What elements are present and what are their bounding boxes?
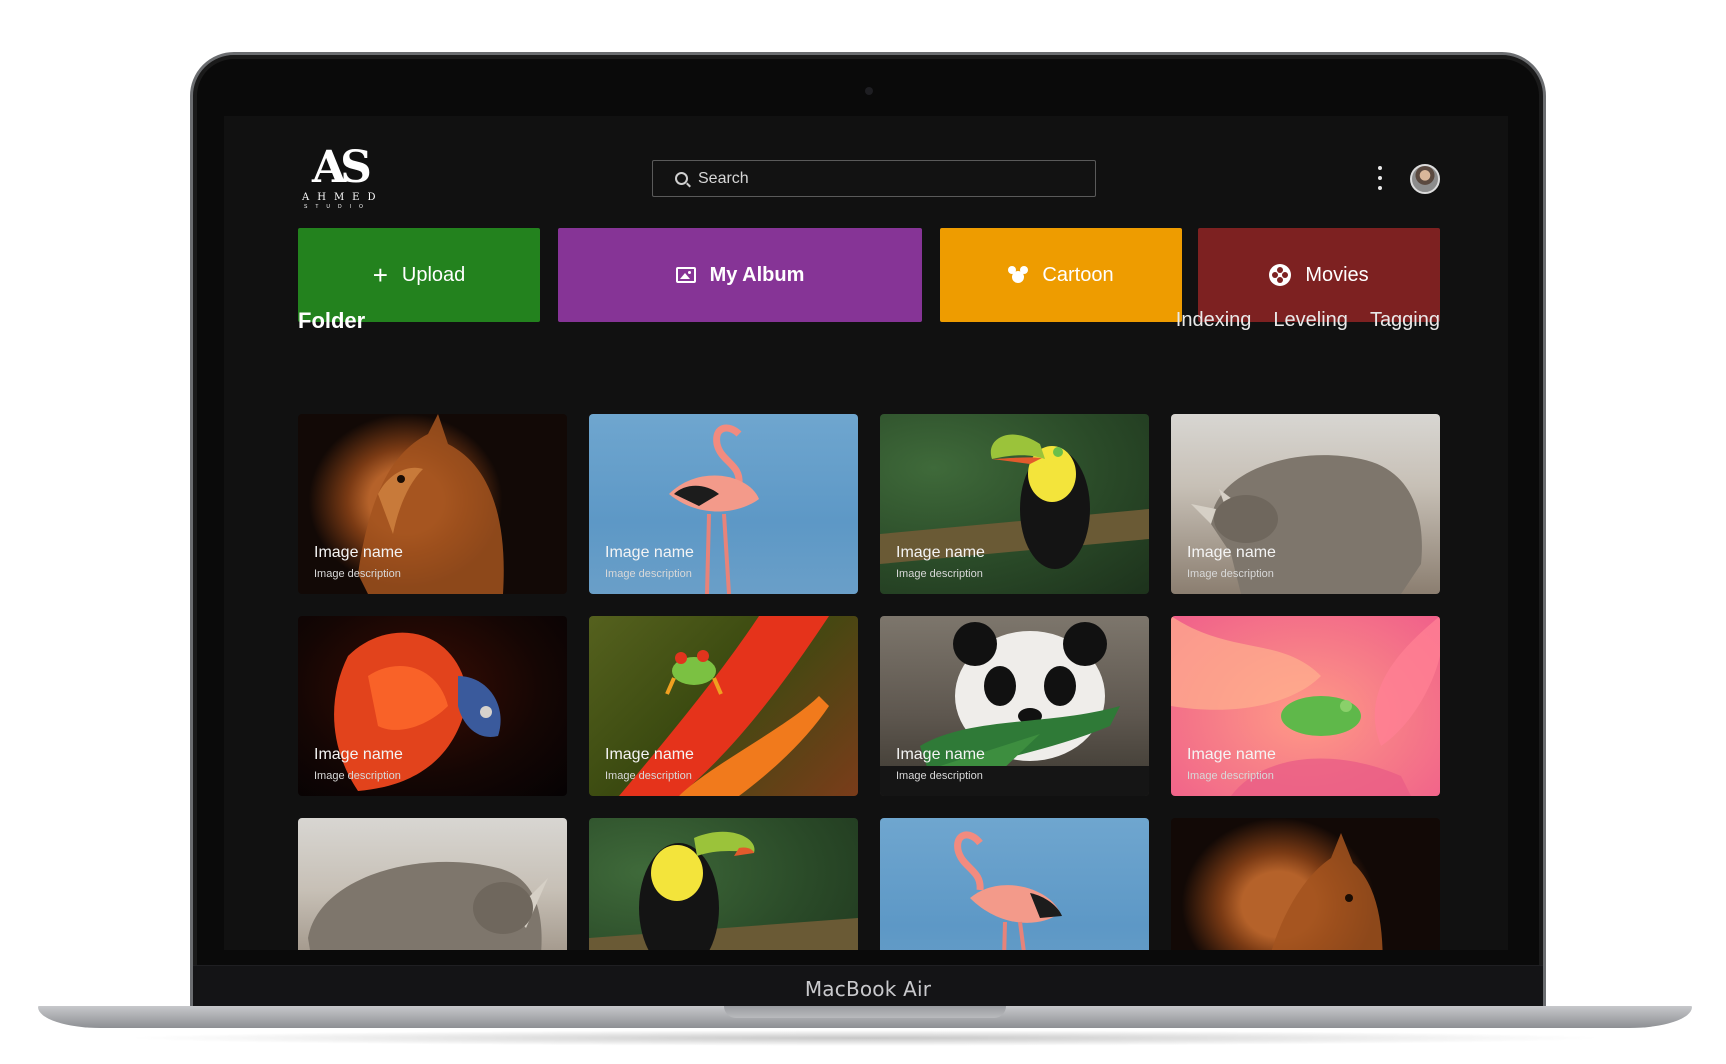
image-description: Image description [605,770,692,782]
image-name: Image name [896,544,985,561]
image-card[interactable]: Image name Image description [589,414,858,594]
my-album-label: My Album [709,263,805,286]
section-title: Folder [298,308,366,333]
flamingo-photo [669,424,759,594]
logo-word: AHMED [302,192,384,203]
image-card[interactable]: Image name Image description [880,414,1149,594]
cartoon-label: Cartoon [1042,263,1114,286]
toucan-photo [589,831,858,950]
movies-label: Movies [1305,263,1369,286]
image-name: Image name [314,746,403,763]
cat-photo [358,414,504,594]
image-name: Image name [896,746,985,763]
camera-dot [865,87,873,95]
search-input[interactable] [698,169,1078,188]
my-album-button[interactable]: My Album [558,228,922,322]
image-name: Image name [1187,746,1276,763]
image-card[interactable]: Image name Image description [298,414,567,594]
laptop-shadow [120,1030,1610,1046]
rhino-photo [1191,455,1422,594]
tab-leveling[interactable]: Leveling [1273,309,1348,332]
plus-icon: + [372,260,388,290]
image-card[interactable] [589,818,858,950]
image-description: Image description [314,568,401,580]
search-bar[interactable] [652,160,1096,197]
image-name: Image name [314,544,403,561]
logo-sub: STUDIO [304,204,371,210]
image-icon [675,267,696,283]
image-description: Image description [896,568,983,580]
action-buttons: + Upload My Album Cartoon Movies [298,228,1440,322]
laptop-hinge-notch [724,1006,1006,1018]
studio-logo[interactable]: AS AHMED STUDIO [302,142,384,211]
image-description: Image description [896,770,983,782]
image-card[interactable] [1171,818,1440,950]
image-card[interactable]: Image name Image description [298,616,567,796]
movies-button[interactable]: Movies [1198,228,1440,322]
tree-frog-photo [619,616,829,796]
upload-label: Upload [401,263,466,286]
image-card[interactable]: Image name Image description [1171,616,1440,796]
image-card[interactable]: Image name Image description [880,616,1149,796]
image-name: Image name [605,746,694,763]
mouse-ears-icon [1008,266,1029,284]
image-description: Image description [314,770,401,782]
app-screen: AS AHMED STUDIO + Upload My Album Cartoo… [224,116,1508,950]
toucan-photo [880,434,1149,569]
laptop-chin: MacBook Air [193,965,1543,1007]
panda-photo [880,622,1149,796]
image-name: Image name [1187,544,1276,561]
rhino-photo [308,861,548,950]
image-description: Image description [1187,770,1274,782]
cartoon-button[interactable]: Cartoon [940,228,1182,322]
image-card[interactable]: Image name Image description [1171,414,1440,594]
image-card[interactable] [298,818,567,950]
image-description: Image description [605,568,692,580]
view-tabs: Indexing Leveling Tagging [1176,309,1440,332]
image-card[interactable] [880,818,1149,950]
image-name: Image name [605,544,694,561]
flamingo-photo [954,831,1062,950]
cat-photo [1271,833,1383,950]
image-description: Image description [1187,568,1274,580]
logo-mark: AS [312,142,372,193]
user-avatar[interactable] [1410,164,1440,194]
laptop-mockup: MacBook Air AS AHMED STUDIO + Upload My … [0,0,1726,1064]
image-card[interactable]: Image name Image description [589,616,858,796]
device-label: MacBook Air [804,977,932,1001]
more-options-icon[interactable] [1374,166,1386,190]
search-icon [675,172,688,185]
film-reel-icon [1269,264,1292,286]
frog-on-rose-photo [1171,616,1440,796]
tab-indexing[interactable]: Indexing [1176,309,1252,332]
betta-fish-photo [334,632,501,791]
tab-tagging[interactable]: Tagging [1370,309,1440,332]
